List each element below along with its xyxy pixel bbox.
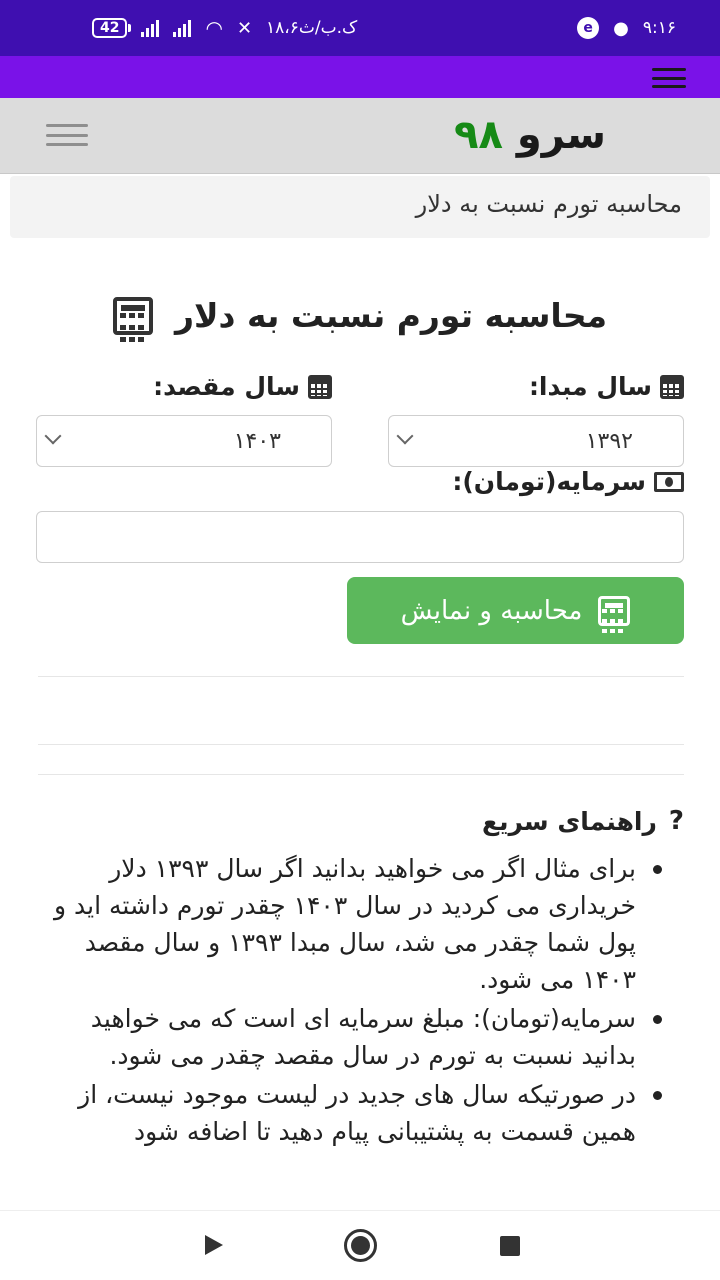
battery-icon: 42	[92, 18, 133, 38]
back-icon[interactable]	[205, 1235, 223, 1255]
site-logo[interactable]: سرو ۹۸	[454, 112, 606, 158]
app-bar	[0, 56, 720, 98]
to-year-value: ۱۴۰۳	[233, 428, 281, 454]
calculate-button-label: محاسبه و نمایش	[400, 595, 583, 626]
divider	[38, 676, 684, 677]
signal-icon	[141, 19, 160, 37]
calendar-icon	[660, 374, 684, 399]
to-year-label: سال مقصد:	[153, 372, 332, 401]
wifi-icon: ◠	[205, 16, 223, 40]
status-bar: 42 ◠ ✕ ۱۸،۶ک.ب/ث e ● ۹:۱۶	[0, 0, 720, 56]
from-year-value: ۱۳۹۲	[585, 428, 633, 454]
status-bar-left: 42 ◠ ✕ ۱۸،۶ک.ب/ث	[92, 16, 357, 40]
logo-word: سرو	[516, 112, 606, 158]
page-title-text: محاسبه تورم نسبت به دلار	[174, 296, 608, 335]
menu-icon[interactable]	[652, 68, 686, 88]
list-item: سرمایه(تومان): مبلغ سرمایه ای است که می …	[36, 1000, 662, 1074]
capital-input[interactable]	[36, 511, 684, 563]
capital-label: سرمایه(تومان):	[452, 467, 684, 496]
recent-apps-icon[interactable]	[500, 1236, 520, 1256]
signal-icon-2	[173, 19, 192, 37]
site-menu-icon[interactable]	[46, 124, 88, 146]
calculate-button[interactable]: محاسبه و نمایش	[347, 577, 684, 644]
mute-bell-icon: ✕	[236, 17, 253, 39]
divider	[38, 744, 684, 745]
logo-number: ۹۸	[454, 112, 503, 158]
navigation-bar	[0, 1210, 720, 1280]
guide-list: برای مثال اگر می خواهید بدانید اگر سال ۱…	[36, 850, 662, 1152]
from-year-label: سال مبدا:	[529, 372, 684, 401]
from-year-label-text: سال مبدا:	[528, 372, 652, 401]
capital-label-text: سرمایه(تومان):	[452, 467, 646, 496]
home-icon[interactable]	[344, 1229, 377, 1262]
chevron-down-icon	[396, 427, 414, 445]
list-item: در صورتیکه سال های جدید در لیست موجود نی…	[36, 1076, 662, 1150]
calculator-icon	[112, 296, 153, 342]
chevron-down-icon	[44, 427, 62, 445]
breadcrumb: محاسبه تورم نسبت به دلار	[10, 176, 710, 238]
question-icon: ?	[668, 806, 684, 836]
calculator-icon	[598, 595, 631, 633]
app-icon: e	[577, 17, 600, 39]
calendar-icon	[308, 374, 332, 399]
divider	[38, 774, 684, 775]
list-item: برای مثال اگر می خواهید بدانید اگر سال ۱…	[36, 850, 662, 998]
basket-icon: ●	[613, 17, 629, 39]
status-bar-right: e ● ۹:۱۶	[577, 17, 676, 39]
site-header: سرو ۹۸	[0, 98, 720, 174]
to-year-label-text: سال مقصد:	[153, 372, 300, 401]
guide-title-text: راهنمای سریع	[482, 806, 657, 836]
page-title: محاسبه تورم نسبت به دلار	[0, 296, 720, 342]
guide-title: ? راهنمای سریع	[482, 806, 684, 836]
clock: ۹:۱۶	[642, 18, 676, 38]
money-icon	[654, 471, 684, 492]
from-year-select[interactable]: ۱۳۹۲	[388, 415, 684, 467]
to-year-select[interactable]: ۱۴۰۳	[36, 415, 332, 467]
network-speed: ۱۸،۶ک.ب/ث	[266, 18, 358, 38]
